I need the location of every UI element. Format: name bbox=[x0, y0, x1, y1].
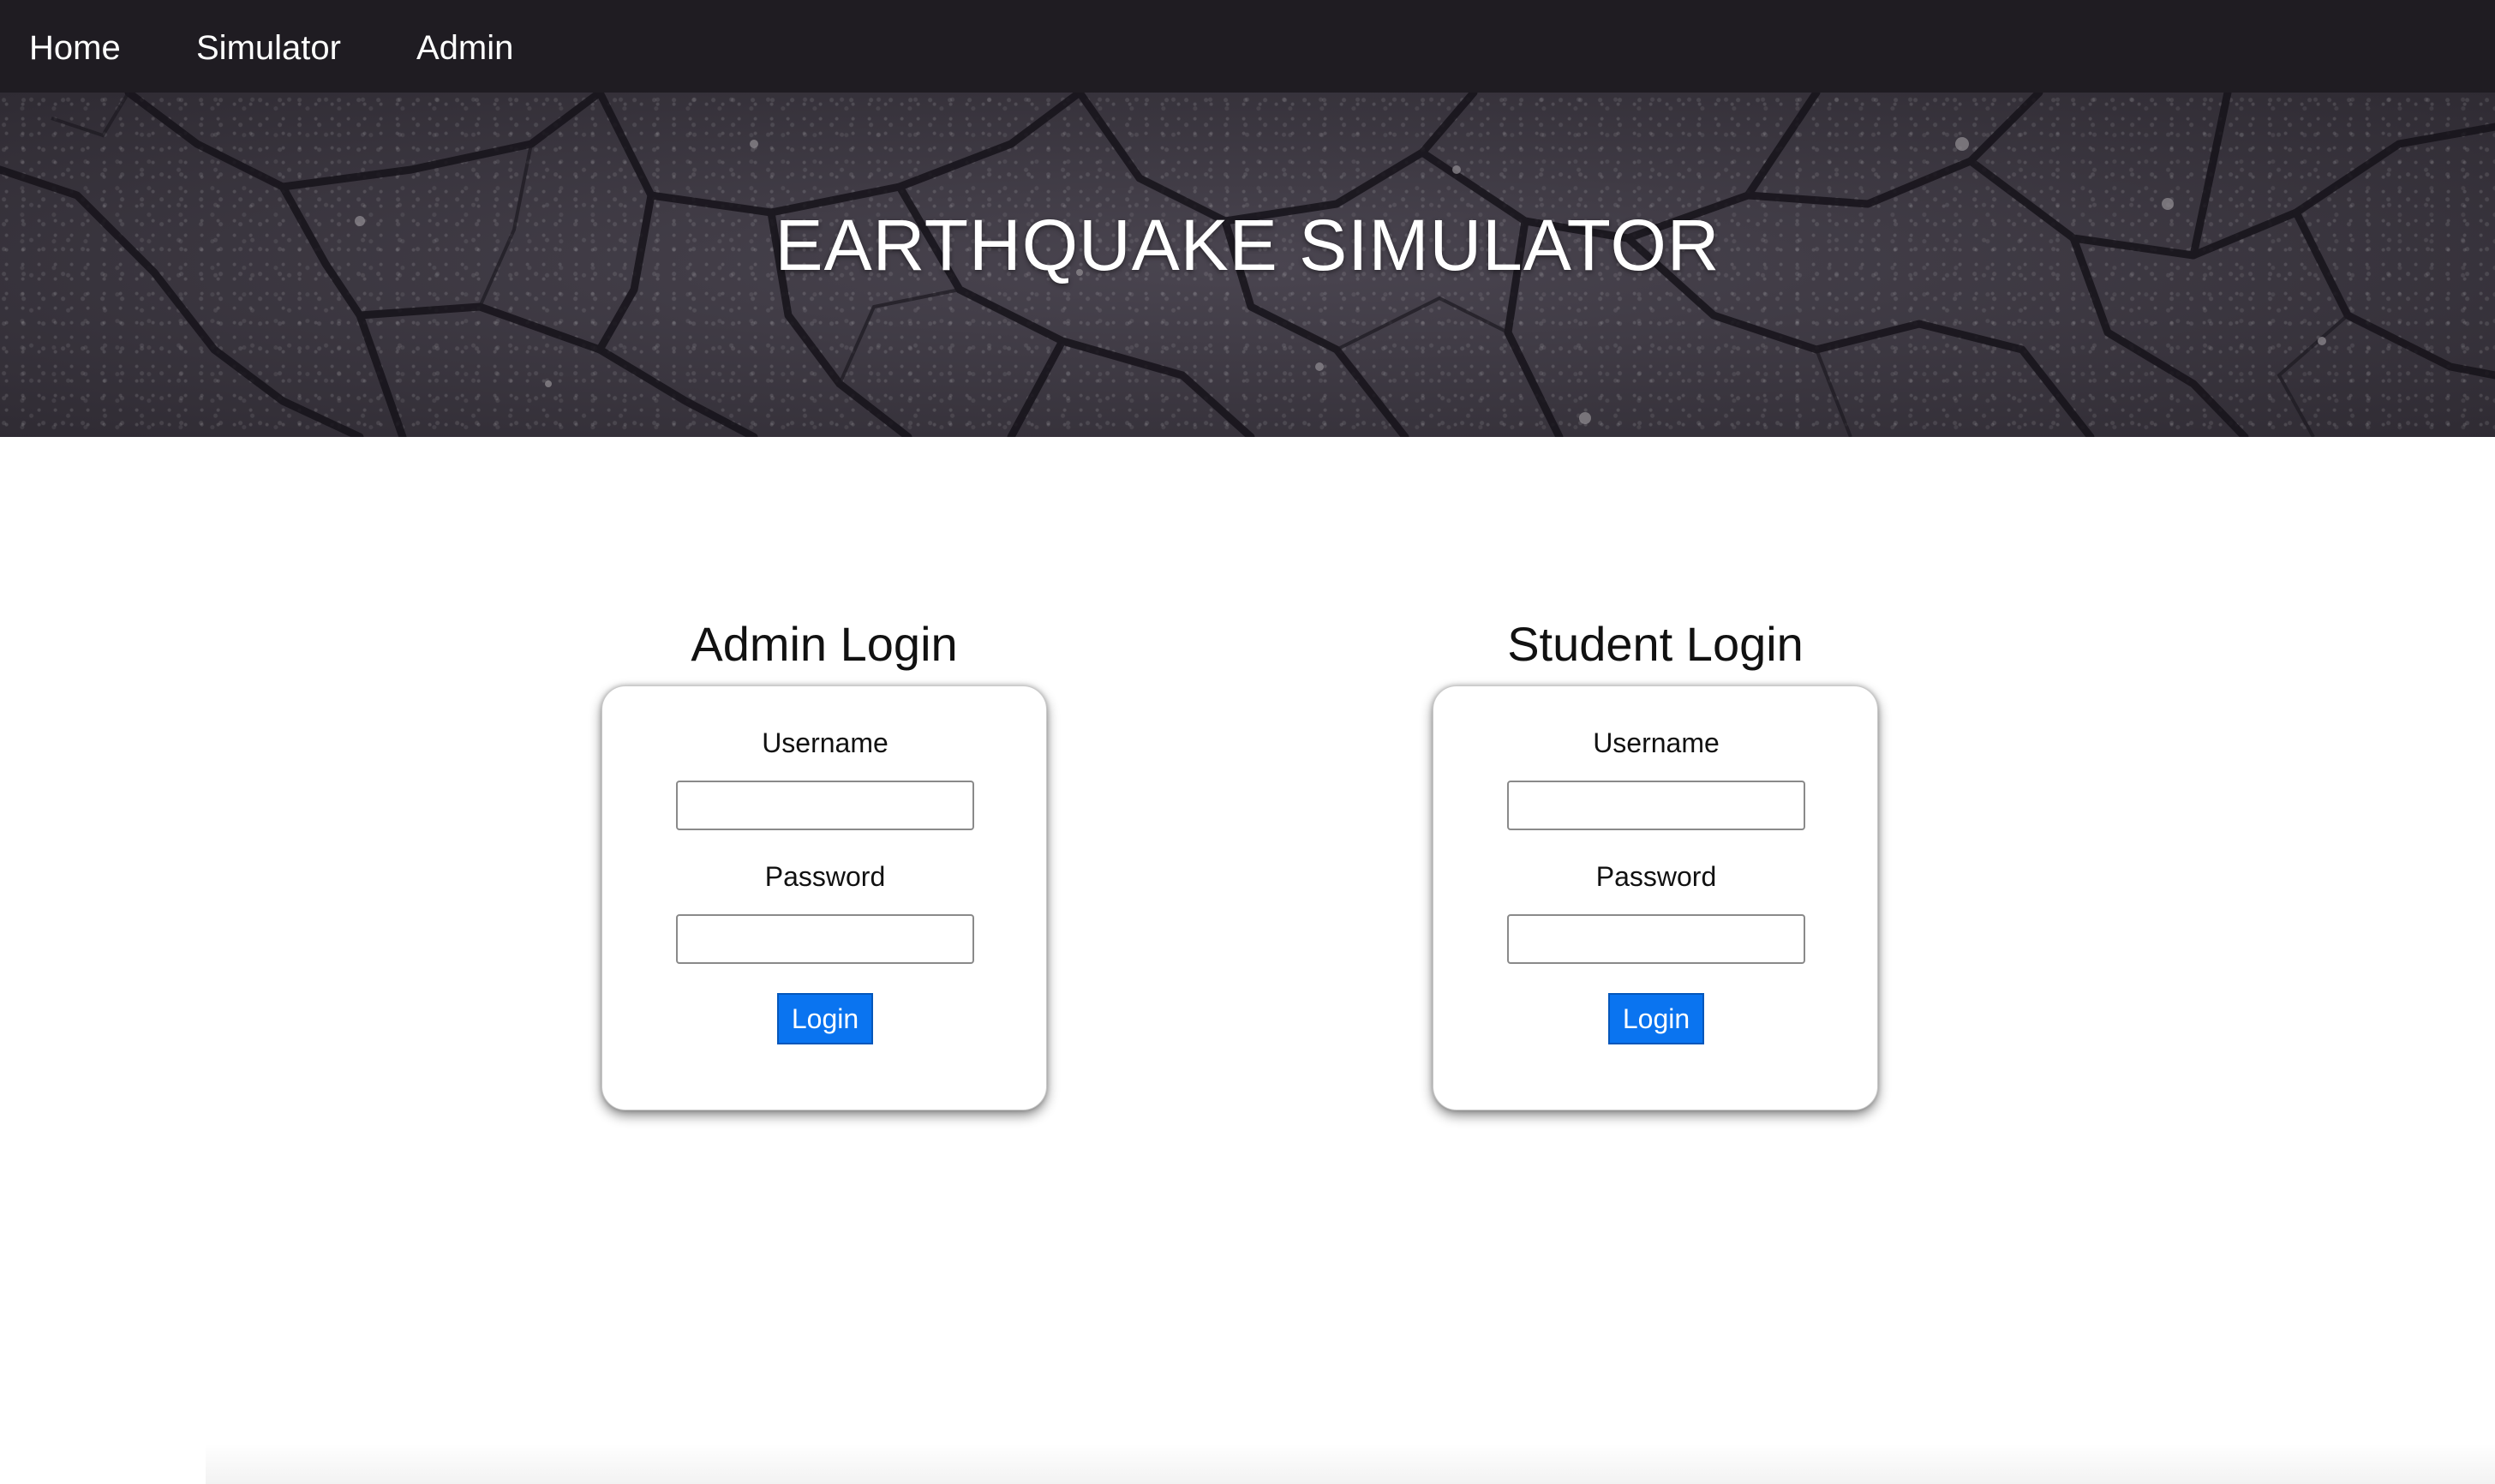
student-password-label: Password bbox=[1595, 861, 1717, 892]
admin-login-heading: Admin Login bbox=[691, 617, 958, 671]
nav-link-home[interactable]: Home bbox=[29, 0, 121, 93]
student-login-section: Student Login Username Password Login bbox=[1433, 610, 1878, 1110]
top-navbar: Home Simulator Admin bbox=[0, 0, 2495, 93]
admin-password-label: Password bbox=[764, 861, 886, 892]
student-login-button[interactable]: Login bbox=[1608, 993, 1704, 1044]
page-title: EARTHQUAKE SIMULATOR bbox=[775, 205, 1720, 285]
student-login-card: Username Password Login bbox=[1433, 685, 1878, 1110]
student-login-heading: Student Login bbox=[1507, 617, 1804, 671]
admin-username-input[interactable] bbox=[676, 781, 974, 830]
student-username-label: Username bbox=[1593, 727, 1720, 758]
student-password-input[interactable] bbox=[1507, 914, 1805, 964]
admin-username-label: Username bbox=[762, 727, 889, 758]
admin-login-card: Username Password Login bbox=[601, 685, 1047, 1110]
hero-banner: EARTHQUAKE SIMULATOR bbox=[0, 93, 2495, 437]
nav-link-simulator[interactable]: Simulator bbox=[196, 0, 341, 93]
admin-password-input[interactable] bbox=[676, 914, 974, 964]
footer-shadow bbox=[206, 1443, 2495, 1484]
nav-link-admin[interactable]: Admin bbox=[416, 0, 513, 93]
admin-login-section: Admin Login Username Password Login bbox=[601, 610, 1047, 1110]
admin-login-button[interactable]: Login bbox=[777, 993, 873, 1044]
student-username-input[interactable] bbox=[1507, 781, 1805, 830]
